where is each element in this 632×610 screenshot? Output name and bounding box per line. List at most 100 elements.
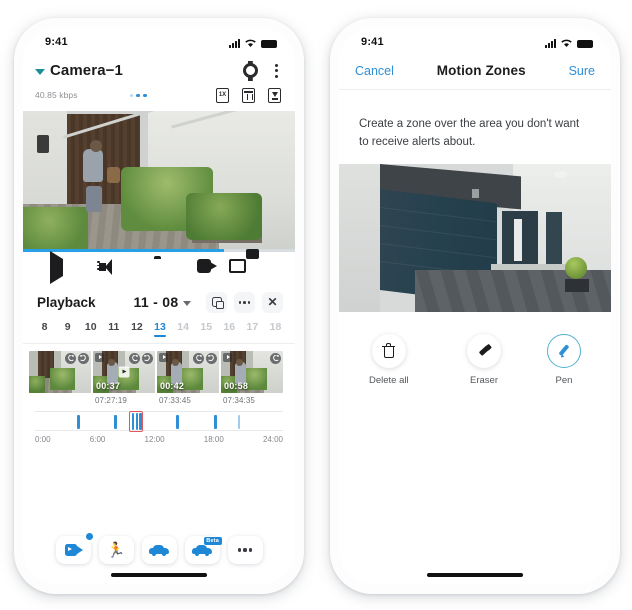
status-icons: [545, 36, 593, 48]
playback-date-selector[interactable]: 11 - 08: [134, 294, 192, 310]
clip-duration: 00:37: [96, 380, 121, 391]
picture-in-picture-icon: [211, 297, 224, 310]
more-dots-icon: [238, 300, 251, 304]
speaker-button[interactable]: [97, 259, 121, 277]
date-cell[interactable]: 10: [79, 321, 102, 337]
phone-left: 9:41 Camera−1 40.85 kbps 1X Playback 11 …: [14, 18, 304, 594]
person-running-icon: 🏃: [106, 541, 126, 559]
bitrate-label: 40.85 kbps: [35, 90, 78, 101]
rewind-icon[interactable]: [65, 352, 76, 364]
axis-tick: 6:00: [89, 434, 106, 444]
picture-in-picture-button[interactable]: [206, 291, 227, 313]
nav-person[interactable]: 🏃: [98, 536, 134, 564]
confirm-button[interactable]: Sure: [569, 64, 595, 78]
playback-title: Playback: [37, 294, 96, 310]
nav-more[interactable]: [227, 536, 263, 564]
clip-overlay-buttons: [270, 352, 281, 364]
canvas-ceiling-fixture: [472, 188, 480, 198]
delete-all-tool[interactable]: Delete all: [369, 333, 409, 386]
cancel-button[interactable]: Cancel: [355, 64, 394, 78]
rewind-icon[interactable]: [270, 352, 281, 364]
feed-person-body: [82, 148, 103, 182]
rewind-icon[interactable]: [193, 352, 204, 364]
pen-button[interactable]: [547, 333, 581, 368]
date-cell[interactable]: 11: [102, 321, 125, 337]
clip-play-button[interactable]: [118, 366, 130, 378]
canvas-planter: [565, 279, 590, 293]
tool-label: Delete all: [369, 374, 409, 386]
eraser-tool[interactable]: Eraser: [467, 333, 501, 386]
axis-tick: 18:00: [203, 434, 224, 444]
list-item[interactable]: [29, 350, 91, 405]
nav-vehicle[interactable]: [141, 536, 177, 564]
timeline-track[interactable]: [35, 410, 283, 432]
status-icons: [229, 36, 277, 48]
clip-list: 00:37 07:27:19 00:42 07:33:45 00:58 07:3…: [23, 344, 295, 405]
nav-package[interactable]: Beta: [184, 536, 222, 564]
clip-overlay-buttons: [129, 352, 153, 364]
list-item[interactable]: 00:58 07:34:35: [221, 350, 283, 405]
eraser-button[interactable]: [467, 333, 501, 368]
date-cell[interactable]: 8: [33, 321, 56, 337]
phone-right: 9:41 Cancel Motion Zones Sure Create a z…: [330, 18, 620, 594]
axis-tick: 0:00: [35, 434, 51, 444]
clip-thumbnail[interactable]: 00:42: [157, 350, 219, 393]
live-camera-feed[interactable]: [23, 110, 295, 252]
list-item[interactable]: 00:42 07:33:45: [157, 350, 219, 405]
clip-duration: 00:42: [160, 380, 185, 391]
delete-all-button[interactable]: [371, 333, 406, 368]
camera-name: Camera−1: [50, 62, 123, 80]
notification-badge: [84, 532, 94, 541]
playback-close-button[interactable]: ✕: [262, 291, 283, 313]
chevron-down-icon: [183, 301, 192, 307]
switch-view-button[interactable]: [246, 259, 268, 277]
nav-videos[interactable]: [55, 532, 94, 564]
motion-zones-navbar: Cancel Motion Zones Sure: [339, 54, 611, 89]
playback-more-button[interactable]: [234, 291, 255, 313]
timeline-cursor[interactable]: [129, 410, 144, 432]
play-button[interactable]: [50, 251, 72, 285]
kebab-menu-icon[interactable]: [272, 62, 281, 80]
timeline-marker: [176, 414, 180, 429]
download-box-icon[interactable]: [268, 87, 281, 103]
date-cell: 15: [200, 320, 213, 333]
clip-duration: 00:58: [224, 380, 249, 391]
camera-header: Camera−1: [23, 54, 295, 86]
package-car-icon: [192, 544, 212, 556]
pen-tool[interactable]: Pen: [547, 333, 581, 386]
clip-thumbnail[interactable]: 00:58: [221, 350, 283, 393]
forward-icon[interactable]: [206, 352, 217, 364]
forward-icon[interactable]: [142, 352, 153, 364]
date-cell[interactable]: 12: [125, 321, 148, 337]
forward-icon[interactable]: [78, 352, 89, 364]
date-cell-selected[interactable]: 13: [148, 321, 171, 337]
feed-wall-lamp: [36, 134, 49, 153]
gear-icon[interactable]: [243, 60, 258, 81]
list-item[interactable]: 00:37 07:27:19: [93, 350, 155, 405]
camera-selector[interactable]: Camera−1: [35, 62, 123, 79]
date-cell: 17: [246, 320, 259, 333]
car-icon: [149, 544, 169, 556]
clip-thumbnail[interactable]: 00:37: [93, 350, 155, 393]
snapshot-button[interactable]: [148, 259, 170, 277]
rewind-icon[interactable]: [129, 352, 140, 364]
timeline-axis: 0:00 6:00 12:00 18:00 24:00: [35, 431, 283, 444]
date-strip: 8 9 10 11 12 13 14 15 16 17 18: [23, 319, 295, 344]
chevron-down-icon: [35, 69, 45, 76]
video-clip-icon: [64, 544, 83, 556]
phone-notch: [107, 28, 211, 48]
clip-timestamp: 07:34:35: [223, 395, 255, 405]
stream-sub-bar: 40.85 kbps 1X: [23, 86, 295, 111]
canvas-wall-light: [555, 171, 568, 179]
record-button[interactable]: [197, 259, 219, 277]
quality-1x-icon[interactable]: 1X: [216, 87, 229, 103]
date-cell[interactable]: 9: [56, 321, 79, 337]
instruction-text: Create a zone over the area you don't wa…: [359, 118, 580, 148]
clip-thumbnail[interactable]: [29, 350, 91, 393]
home-indicator: [427, 573, 523, 577]
timeline-marker: [114, 414, 118, 429]
timeline-section: 0:00 6:00 12:00 18:00 24:00: [23, 405, 295, 444]
motion-zone-canvas[interactable]: [339, 163, 611, 312]
trash-box-icon[interactable]: [242, 87, 255, 103]
feed-person-bag: [107, 167, 121, 184]
